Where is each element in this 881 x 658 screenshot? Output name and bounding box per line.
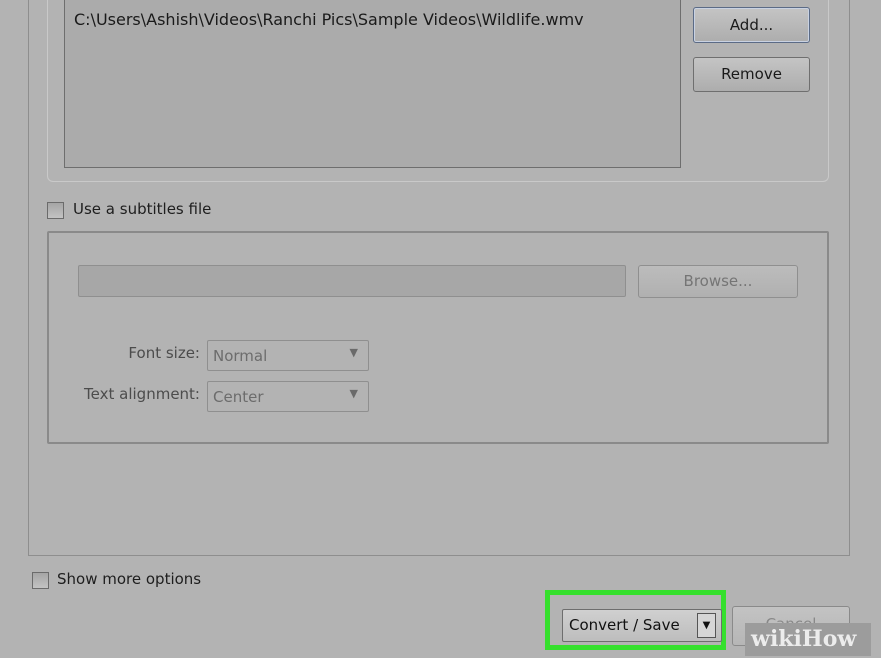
subtitle-path-input[interactable] bbox=[78, 265, 626, 297]
add-button[interactable]: Add... bbox=[693, 7, 810, 43]
font-size-select[interactable]: Normal ▼ bbox=[207, 340, 369, 371]
watermark-wiki: wiki bbox=[751, 626, 802, 652]
chevron-down-icon: ▼ bbox=[349, 387, 358, 400]
caret-down-icon[interactable]: ▼ bbox=[697, 613, 716, 638]
text-alignment-label: Text alignment: bbox=[84, 385, 200, 403]
text-alignment-value: Center bbox=[213, 388, 264, 406]
subtitles-group bbox=[47, 231, 829, 444]
remove-button[interactable]: Remove bbox=[693, 57, 810, 92]
use-subtitles-checkbox[interactable] bbox=[47, 202, 64, 219]
text-alignment-select[interactable]: Center ▼ bbox=[207, 381, 369, 412]
browse-button[interactable]: Browse... bbox=[638, 265, 798, 298]
convert-save-button[interactable]: Convert / Save ▼ bbox=[562, 609, 722, 642]
convert-save-label: Convert / Save bbox=[569, 616, 680, 634]
chevron-down-icon: ▼ bbox=[349, 346, 358, 359]
wikihow-watermark: wikiHow bbox=[745, 623, 871, 656]
font-size-label: Font size: bbox=[128, 344, 200, 362]
font-size-value: Normal bbox=[213, 347, 268, 365]
show-more-options-label[interactable]: Show more options bbox=[57, 570, 201, 588]
use-subtitles-label[interactable]: Use a subtitles file bbox=[73, 200, 211, 218]
show-more-options-checkbox[interactable] bbox=[32, 572, 49, 589]
watermark-how: How bbox=[801, 626, 857, 652]
file-list-item[interactable]: C:\Users\Ashish\Videos\Ranchi Pics\Sampl… bbox=[74, 10, 584, 29]
